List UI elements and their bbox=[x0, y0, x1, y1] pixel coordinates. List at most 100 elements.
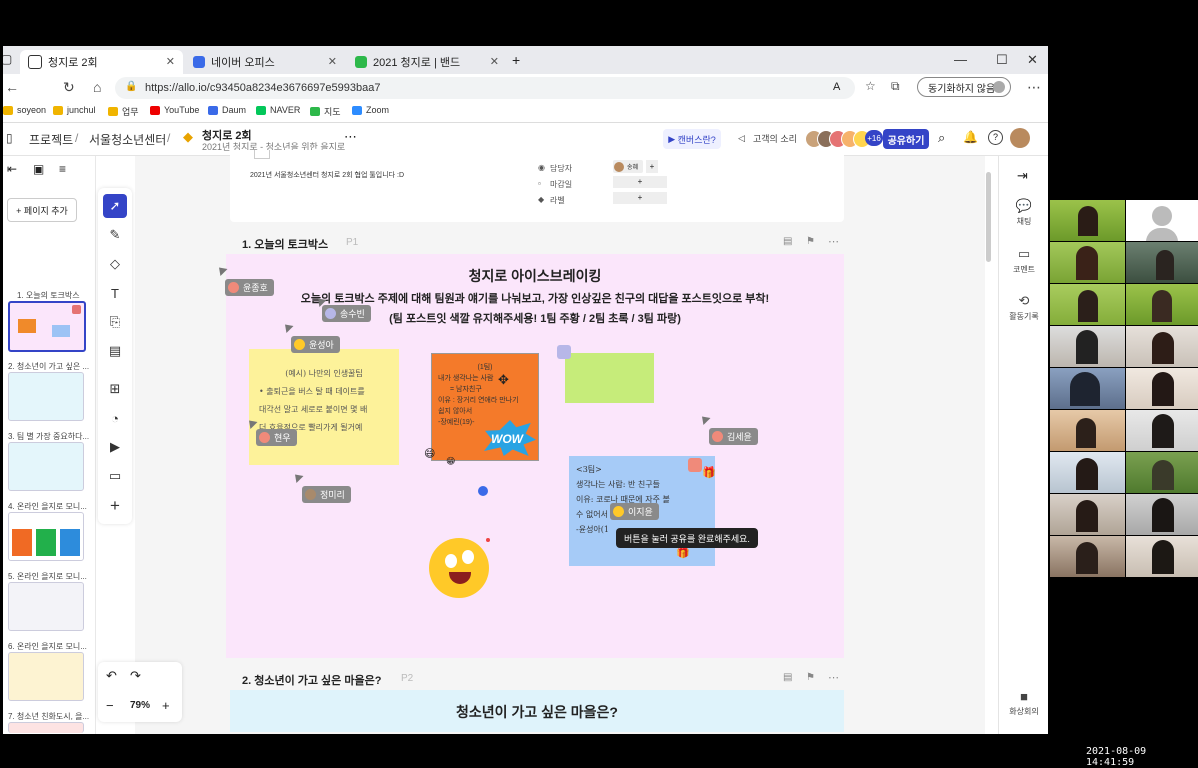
url-field[interactable]: 🔒 https://allo.io/c93450a8234e3676697e59… bbox=[115, 77, 855, 99]
pin-icon[interactable] bbox=[478, 486, 488, 496]
page-label: 1. 오늘의 토크박스 bbox=[17, 291, 80, 300]
add-tool-icon[interactable]: + bbox=[103, 494, 127, 518]
chat-button[interactable]: 💬 채팅 bbox=[999, 198, 1048, 227]
feedback-icon[interactable]: ◁ bbox=[738, 133, 745, 144]
page-thumb-7[interactable] bbox=[8, 722, 84, 733]
help-icon[interactable]: ? bbox=[988, 130, 1003, 145]
comment-button[interactable]: ▭ 코멘트 bbox=[999, 246, 1048, 275]
page-thumb-3[interactable] bbox=[8, 442, 84, 491]
table-tool-icon[interactable]: ⊞ bbox=[103, 377, 127, 401]
sticky-note-tool-icon[interactable]: ▤ bbox=[103, 339, 127, 363]
close-icon[interactable]: ✕ bbox=[328, 55, 337, 68]
close-icon[interactable]: ✕ bbox=[166, 55, 175, 68]
collections-icon[interactable]: ⧉ bbox=[891, 79, 900, 94]
smile-sticker[interactable] bbox=[429, 538, 489, 598]
address-bar: ← ↻ ⌂ 🔒 https://allo.io/c93450a8234e3676… bbox=[3, 74, 1048, 102]
video-tile bbox=[1050, 536, 1125, 577]
bookmark-item[interactable]: Daum bbox=[208, 105, 246, 115]
participant-figure bbox=[1076, 458, 1098, 490]
share-button[interactable]: 공유하기 bbox=[883, 129, 929, 149]
bookmark-label: YouTube bbox=[164, 105, 200, 115]
page-thumb-5[interactable] bbox=[8, 582, 84, 631]
collapse-icon[interactable]: ⇤ bbox=[7, 162, 17, 176]
canvas-info-button[interactable]: ▶ 캔버스란? bbox=[663, 129, 721, 149]
panel-icon[interactable]: ▯ bbox=[6, 131, 13, 145]
activity-button[interactable]: ⟲ 활동기록 bbox=[999, 293, 1048, 322]
read-aloud-icon[interactable]: A bbox=[833, 81, 840, 93]
sticker-tool-icon[interactable]: ◔ bbox=[103, 406, 127, 430]
section-more-icon[interactable]: ⋯ bbox=[828, 235, 839, 248]
user-avatar[interactable] bbox=[1010, 128, 1030, 148]
page-thumb-1[interactable] bbox=[8, 301, 86, 352]
bookmark-item[interactable]: Zoom bbox=[352, 105, 389, 115]
search-icon[interactable]: ⌕ bbox=[938, 130, 945, 146]
sidebar-toggle-icon[interactable]: ▢ bbox=[3, 52, 12, 66]
canvas-scrollbar[interactable] bbox=[986, 172, 991, 262]
collapse-right-icon[interactable]: ⇥ bbox=[1017, 168, 1028, 184]
shape-tool-icon[interactable]: ◇ bbox=[103, 252, 127, 276]
zoom-in-icon[interactable]: + bbox=[162, 698, 170, 713]
undo-icon[interactable]: ↶ bbox=[106, 668, 117, 684]
add-page-button[interactable]: + 페이지 추가 bbox=[7, 198, 77, 222]
window-close-icon[interactable]: ✕ bbox=[1027, 52, 1038, 68]
section-more-icon[interactable]: ⋯ bbox=[828, 671, 839, 684]
select-tool-icon[interactable]: ➚ bbox=[103, 194, 127, 218]
add-label-button[interactable]: + bbox=[613, 192, 667, 204]
add-assignee-button[interactable]: + bbox=[646, 160, 658, 173]
maximize-icon[interactable]: ☐ bbox=[996, 52, 1008, 68]
list-view-icon[interactable]: ≡ bbox=[59, 162, 66, 176]
section-link-icon[interactable]: ⚑ bbox=[806, 672, 815, 683]
tab-allo[interactable]: 청지로 2회 ✕ bbox=[20, 50, 183, 74]
pen-tool-icon[interactable]: ✎ bbox=[103, 223, 127, 247]
page-thumb-6[interactable] bbox=[8, 652, 84, 701]
board-page-1[interactable]: 청지로 아이스브레이킹 오늘의 토크박스 주제에 대해 팀원과 얘기를 나눠보고… bbox=[226, 254, 844, 658]
home-icon[interactable]: ⌂ bbox=[93, 79, 101, 95]
comment-tool-icon[interactable]: ▭ bbox=[103, 464, 127, 488]
redo-icon[interactable]: ↷ bbox=[130, 668, 141, 684]
breadcrumb-project[interactable]: 프로젝트 bbox=[29, 131, 73, 148]
section-link-icon[interactable]: ⚑ bbox=[806, 236, 815, 247]
new-tab-icon[interactable]: + bbox=[512, 52, 520, 68]
minimize-icon[interactable]: — bbox=[954, 52, 967, 67]
bookmark-item[interactable]: NAVER bbox=[256, 105, 300, 115]
refresh-icon[interactable]: ↻ bbox=[63, 79, 75, 96]
emoji-reaction[interactable]: 😄 bbox=[424, 447, 435, 460]
board-page-2[interactable]: 청소년이 가고 싶은 마을은? bbox=[230, 690, 844, 732]
sync-button[interactable]: 동기화하지 않음 bbox=[917, 77, 1011, 97]
tab-band[interactable]: 2021 청지로 | 밴드 ✕ bbox=[347, 50, 507, 74]
video-call-button[interactable]: ■ 화상회의 bbox=[999, 689, 1048, 717]
assignee-chip[interactable]: 송혜 bbox=[613, 160, 643, 173]
bookmark-item[interactable]: 지도 bbox=[310, 105, 341, 118]
close-icon[interactable]: ✕ bbox=[490, 55, 499, 68]
back-icon[interactable]: ← bbox=[5, 79, 19, 95]
more-icon[interactable]: ⋯ bbox=[1027, 79, 1041, 96]
attach-tool-icon[interactable]: ⎘ bbox=[103, 310, 127, 334]
favorite-icon[interactable]: ☆ bbox=[865, 79, 876, 93]
slide-view-icon[interactable]: ▣ bbox=[33, 162, 44, 176]
bookmark-item[interactable]: junchul bbox=[53, 105, 96, 115]
add-due-button[interactable]: + bbox=[613, 176, 667, 188]
text-tool-icon[interactable]: T bbox=[103, 281, 127, 305]
bookmark-item[interactable]: soyeon bbox=[3, 105, 46, 115]
zoom-out-icon[interactable]: − bbox=[106, 698, 114, 713]
emoji-reaction[interactable]: 😁 bbox=[446, 456, 455, 467]
emoji-reaction[interactable]: 🎁 bbox=[702, 466, 716, 479]
sticky-note-team2[interactable] bbox=[565, 353, 654, 403]
bell-icon[interactable]: 🔔 bbox=[963, 130, 978, 144]
section-layout-icon[interactable]: ▤ bbox=[783, 672, 792, 683]
member-avatars[interactable]: +16 bbox=[805, 130, 883, 148]
video-call-label: 화상회의 bbox=[1009, 707, 1039, 716]
bookmark-item[interactable]: YouTube bbox=[150, 105, 199, 115]
video-tile bbox=[1126, 242, 1198, 283]
breadcrumb-center[interactable]: 서울청소년센터 bbox=[89, 131, 166, 148]
video-tile bbox=[1126, 452, 1198, 493]
page-thumb-4[interactable] bbox=[8, 512, 84, 561]
feedback-link[interactable]: 고객의 소리 bbox=[753, 132, 797, 145]
bookmark-item[interactable]: 업무 bbox=[108, 105, 139, 118]
sticky-note-example[interactable]: (예시) 나만의 인생꿀팁 • 출퇴근을 버스 탈 때 데이트를 대각선 말고 … bbox=[249, 349, 399, 465]
tab-naver-office[interactable]: 네이버 오피스 ✕ bbox=[185, 50, 345, 74]
page-thumb-2[interactable] bbox=[8, 372, 84, 421]
youtube-tool-icon[interactable]: ▶ bbox=[103, 435, 127, 459]
section-layout-icon[interactable]: ▤ bbox=[783, 236, 792, 247]
more-icon[interactable]: ⋯ bbox=[344, 129, 357, 145]
